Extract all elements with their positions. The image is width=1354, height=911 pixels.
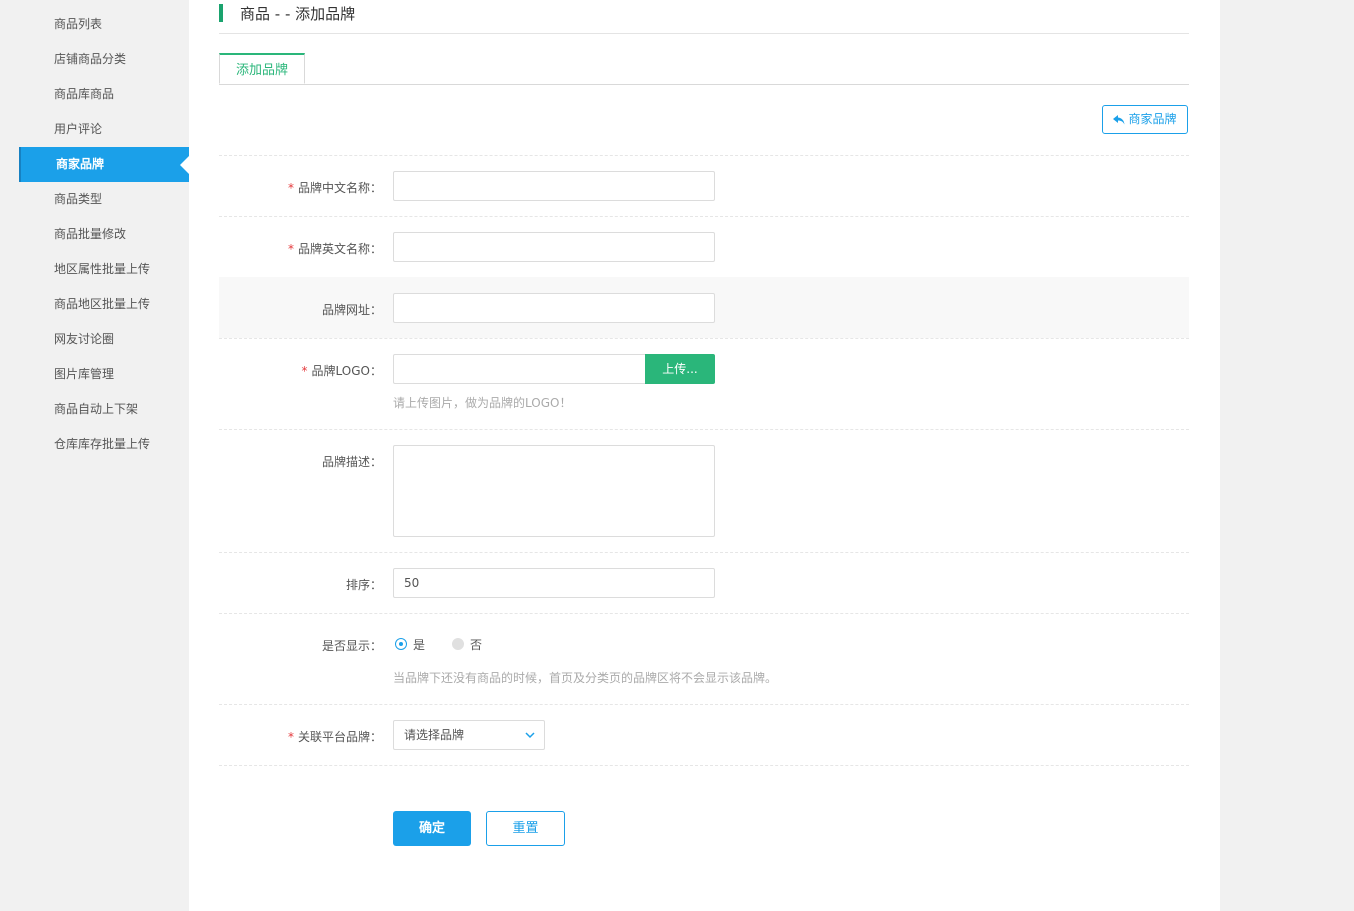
sidebar-item-label: 商品列表 [54, 17, 103, 31]
sort-input[interactable]: 50 [393, 568, 715, 598]
divider [219, 552, 1189, 553]
required-mark: * [287, 242, 294, 256]
platform-brand-label: * 关联平台品牌： [182, 728, 382, 745]
required-mark: * [301, 364, 308, 378]
divider [219, 704, 1189, 705]
page-header: 商品 - - 添加品牌 [219, 0, 1189, 34]
tab-bar: 添加品牌 [219, 53, 1189, 85]
required-mark: * [287, 730, 294, 744]
title-accent-bar [219, 4, 223, 22]
sort-label: 排序： [345, 578, 382, 592]
platform-brand-select[interactable]: 请选择品牌 [393, 720, 545, 750]
page-title: 商品 - - 添加品牌 [240, 5, 356, 23]
back-button-label: 商家品牌 [1128, 112, 1177, 126]
sidebar-item-store-category[interactable]: 店铺商品分类 [19, 42, 189, 77]
brand-website-label: 品牌网址： [321, 303, 382, 317]
divider [219, 155, 1189, 156]
brand-website-input[interactable] [393, 293, 715, 323]
upload-button[interactable]: 上传... [645, 354, 715, 384]
sidebar-item-label: 商家品牌 [56, 157, 105, 171]
sidebar-item-label: 商品库商品 [54, 87, 115, 101]
required-mark: * [287, 181, 294, 195]
brand-logo-path-input[interactable] [393, 354, 646, 384]
brand-en-name-label: * 品牌英文名称： [182, 240, 382, 257]
brand-logo-label: * 品牌LOGO： [182, 362, 382, 379]
field-label-text: 品牌英文名称： [297, 242, 382, 256]
sidebar-item-discussion[interactable]: 网友讨论圈 [19, 322, 189, 357]
divider [219, 429, 1189, 430]
main-panel: 商品 - - 添加品牌 添加品牌 商家品牌 * 品牌中文名称： * 品牌英文名称： … [189, 0, 1220, 911]
sidebar-item-region-attr-upload[interactable]: 地区属性批量上传 [19, 252, 189, 287]
show-no-radio[interactable] [452, 638, 464, 650]
sidebar-item-auto-shelf[interactable]: 商品自动上下架 [19, 392, 189, 427]
sidebar-item-label: 用户评论 [54, 122, 103, 136]
sidebar: 商品列表 店铺商品分类 商品库商品 用户评论 商家品牌 商品类型 商品批量修改 … [0, 0, 189, 911]
sidebar-item-product-region-upload[interactable]: 商品地区批量上传 [19, 287, 189, 322]
sidebar-item-label: 商品地区批量上传 [54, 297, 151, 311]
show-hint: 当品牌下还没有商品的时候，首页及分类页的品牌区将不会显示该品牌。 [393, 671, 778, 685]
sidebar-item-label: 仓库库存批量上传 [54, 437, 151, 451]
sidebar-item-label: 商品批量修改 [54, 227, 127, 241]
reset-button[interactable]: 重置 [486, 811, 565, 846]
brand-cn-name-label: * 品牌中文名称： [182, 179, 382, 196]
divider [219, 613, 1189, 614]
sidebar-item-product-types[interactable]: 商品类型 [19, 182, 189, 217]
divider [219, 216, 1189, 217]
show-yes-label[interactable]: 是 [413, 636, 425, 653]
field-label-text: 关联平台品牌： [297, 730, 382, 744]
sidebar-item-stock-upload[interactable]: 仓库库存批量上传 [19, 427, 189, 462]
sidebar-item-product-list[interactable]: 商品列表 [19, 7, 189, 42]
brand-cn-name-input[interactable] [393, 171, 715, 201]
sidebar-item-label: 图片库管理 [54, 367, 115, 381]
field-label-text: 品牌LOGO： [311, 364, 382, 378]
submit-button[interactable]: 确定 [393, 811, 471, 846]
merchant-brands-back-button[interactable]: 商家品牌 [1102, 105, 1188, 134]
right-gutter [1220, 0, 1354, 911]
sidebar-item-library-products[interactable]: 商品库商品 [19, 77, 189, 112]
select-value: 请选择品牌 [404, 728, 465, 742]
brand-description-label: 品牌描述： [321, 455, 382, 469]
show-yes-radio[interactable] [395, 638, 407, 650]
divider [219, 338, 1189, 339]
field-label-text: 品牌中文名称： [297, 181, 382, 195]
show-label: 是否显示： [321, 639, 382, 653]
sidebar-item-label: 商品类型 [54, 192, 103, 206]
sidebar-item-label: 店铺商品分类 [54, 52, 127, 66]
sidebar-item-image-library[interactable]: 图片库管理 [19, 357, 189, 392]
sidebar-item-label: 网友讨论圈 [54, 332, 115, 346]
brand-en-name-input[interactable] [393, 232, 715, 262]
sidebar-item-label: 地区属性批量上传 [54, 262, 151, 276]
sidebar-item-batch-edit[interactable]: 商品批量修改 [19, 217, 189, 252]
tab-add-brand[interactable]: 添加品牌 [219, 53, 305, 84]
divider [219, 765, 1189, 766]
show-no-label[interactable]: 否 [470, 636, 482, 653]
brand-description-textarea[interactable] [393, 445, 715, 537]
sidebar-item-user-reviews[interactable]: 用户评论 [19, 112, 189, 147]
logo-hint: 请上传图片，做为品牌的LOGO！ [393, 396, 572, 410]
reply-arrow-icon [1113, 115, 1125, 125]
chevron-down-icon [525, 732, 535, 739]
sidebar-item-merchant-brands[interactable]: 商家品牌 [19, 147, 189, 182]
sidebar-item-label: 商品自动上下架 [54, 402, 139, 416]
